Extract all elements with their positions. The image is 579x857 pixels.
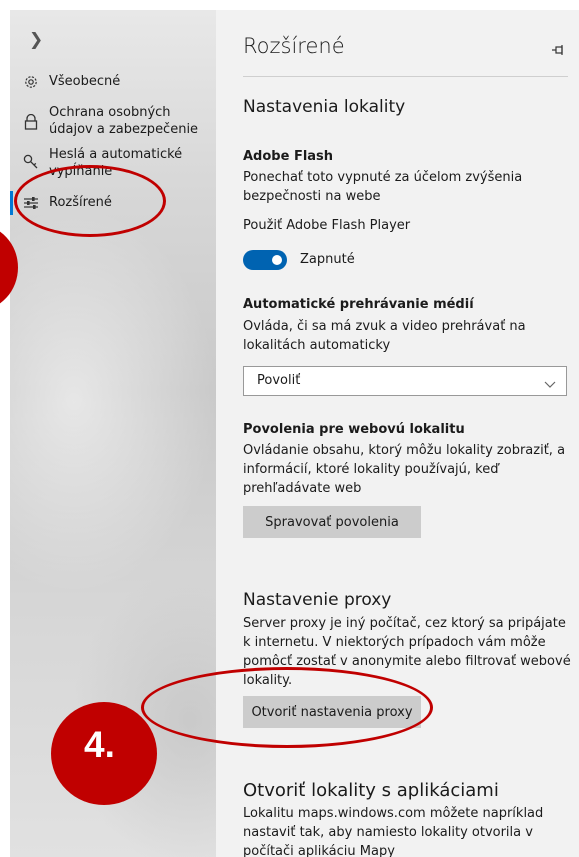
proxy-heading: Nastavenie proxy (243, 590, 392, 610)
manage-permissions-button[interactable]: Spravovať povolenia (243, 506, 421, 538)
active-indicator (10, 191, 13, 215)
settings-screenshot: ❯ Všeobecné Ochrana osobných údajov a za… (0, 0, 579, 857)
lock-icon (22, 113, 40, 131)
flash-heading: Adobe Flash (243, 149, 334, 164)
gear-icon (22, 73, 40, 91)
annotation-step-number: 4. (84, 724, 115, 765)
autoplay-selected-value: Povoliť (257, 373, 301, 388)
chevron-right-icon[interactable]: ❯ (29, 30, 43, 50)
permissions-heading: Povolenia pre webovú lokalitu (243, 422, 465, 437)
annotation-ellipse-rozsirene (14, 165, 166, 237)
autoplay-description: Ovláda, či sa má zvuk a video prehrávať … (243, 319, 526, 353)
nav-item-label: Všeobecné (49, 74, 121, 89)
page-title: Rozšírené (243, 34, 345, 58)
autoplay-heading: Automatické prehrávanie médií (243, 297, 474, 312)
annotation-ellipse-proxy-button (141, 667, 433, 748)
open-sites-with-apps-description: Lokalitu maps.windows.com môžete napríkl… (243, 806, 544, 857)
title-divider (243, 76, 568, 77)
permissions-description: Ovládanie obsahu, ktorý môžu lokality zo… (243, 443, 566, 496)
flash-toggle[interactable] (243, 250, 287, 270)
flash-description: Ponechať toto vypnuté za účelom zvýšenia… (243, 170, 523, 204)
autoplay-select[interactable]: Povoliť (243, 366, 567, 396)
key-icon (22, 153, 40, 171)
open-sites-with-apps-heading: Otvoriť lokality s aplikáciami (243, 780, 499, 801)
flash-toggle-state: Zapnuté (300, 252, 355, 267)
flash-toggle-caption: Použiť Adobe Flash Player (243, 218, 411, 233)
pin-icon[interactable] (551, 44, 565, 60)
toggle-knob (272, 255, 282, 265)
acrylic-highlight (10, 190, 216, 610)
site-settings-heading: Nastavenia lokality (243, 97, 406, 117)
chevron-down-icon (544, 375, 556, 388)
nav-item-label: Ochrana osobných údajov a zabezpečenie (49, 105, 199, 137)
